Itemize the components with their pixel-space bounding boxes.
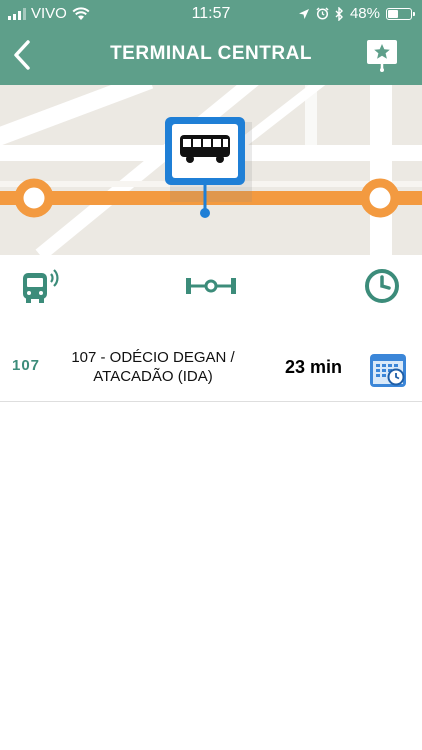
- clock-icon[interactable]: [362, 268, 402, 304]
- line-name: 107 - ODÉCIO DEGAN / ATACADÃO (IDA): [58, 348, 248, 386]
- app-header: VIVO 11:57 48% TERMINAL CENTRAL: [0, 0, 422, 85]
- line-name-line1: 107 - ODÉCIO DEGAN /: [71, 349, 235, 366]
- status-bar: VIVO 11:57 48%: [0, 0, 422, 28]
- route-map[interactable]: [0, 85, 422, 255]
- route-stop-marker[interactable]: [14, 178, 54, 218]
- back-chevron-icon[interactable]: [8, 38, 38, 72]
- route-stop-marker[interactable]: [360, 178, 400, 218]
- alarm-icon: [316, 7, 329, 20]
- bus-line-row[interactable]: 107 107 - ODÉCIO DEGAN / ATACADÃO (IDA) …: [0, 330, 422, 402]
- bluetooth-icon: [335, 6, 343, 21]
- route-info-bar: [0, 255, 422, 317]
- page-title: TERMINAL CENTRAL: [110, 43, 312, 64]
- line-code: 107: [12, 357, 41, 374]
- bus-realtime-icon[interactable]: [20, 265, 62, 305]
- calendar-clock-icon[interactable]: [369, 352, 407, 388]
- location-arrow-icon: [298, 8, 309, 19]
- line-name-line2: ATACADÃO (IDA): [93, 368, 213, 385]
- route-segment-icon: [186, 278, 236, 294]
- map-canvas: [0, 85, 422, 255]
- arrival-time: 23 min: [285, 357, 343, 377]
- battery-icon: [386, 7, 415, 20]
- favorite-star-icon[interactable]: [364, 38, 400, 72]
- battery-percent: 48%: [349, 5, 380, 22]
